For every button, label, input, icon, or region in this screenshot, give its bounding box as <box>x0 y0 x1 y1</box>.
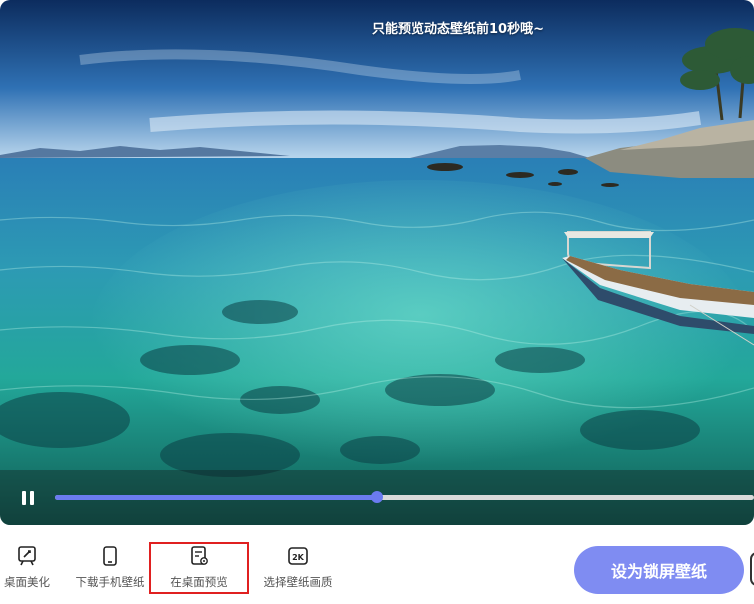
desktop-beautify-icon <box>18 546 36 566</box>
download-phone-wallpaper-button[interactable]: 下载手机壁纸 <box>70 545 150 595</box>
select-quality-button[interactable]: 2K 选择壁纸画质 <box>258 545 338 595</box>
progress-fill <box>55 495 377 500</box>
preview-limit-notice: 只能预览动态壁纸前10秒哦~ <box>372 22 544 37</box>
desktop-beautify-button[interactable]: 桌面美化 <box>0 545 54 595</box>
quality-2k-icon: 2K <box>288 547 308 565</box>
pause-icon <box>22 491 26 505</box>
pause-button[interactable] <box>16 489 40 507</box>
wallpaper-image <box>0 0 754 525</box>
svg-text:2K: 2K <box>292 553 305 562</box>
wallpaper-preview[interactable]: 只能预览动态壁纸前10秒哦~ <box>0 0 754 525</box>
preview-on-desktop-button[interactable]: 在桌面预览 <box>160 545 238 595</box>
progress-bar[interactable] <box>55 491 754 503</box>
desktop-preview-icon <box>191 546 208 565</box>
set-lockscreen-wallpaper-button[interactable]: 设为锁屏壁纸 <box>574 546 744 594</box>
more-button-partial[interactable] <box>750 552 754 586</box>
progress-handle[interactable] <box>370 491 383 503</box>
phone-icon <box>103 546 117 566</box>
